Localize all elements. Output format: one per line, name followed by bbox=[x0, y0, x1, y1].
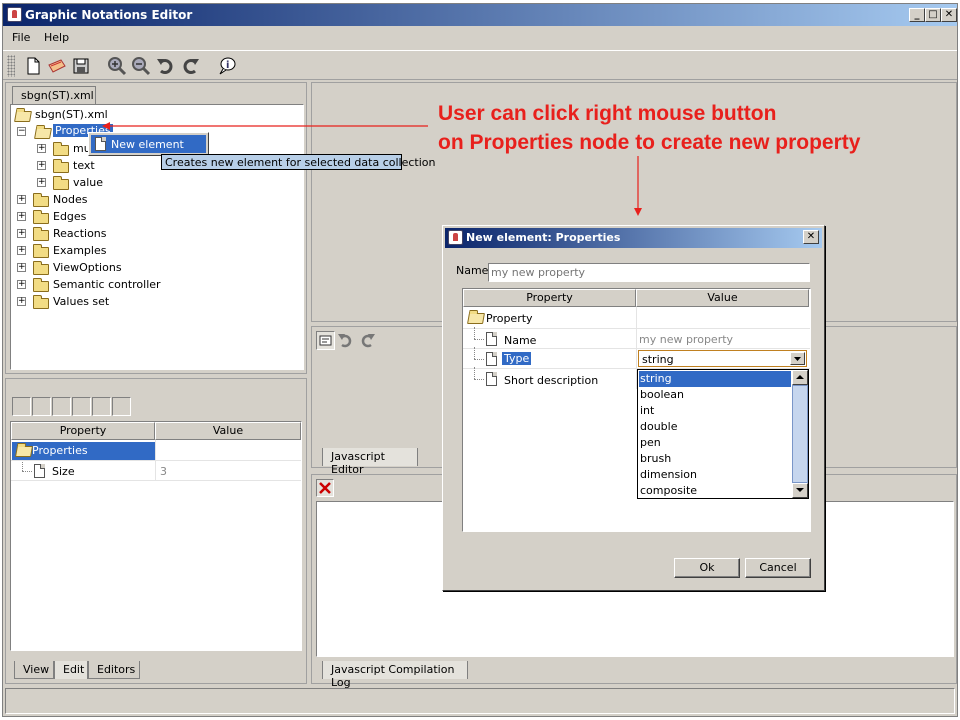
dropdown-scrollbar[interactable] bbox=[792, 370, 808, 498]
document-icon bbox=[486, 372, 497, 386]
dialog-title-bar: New element: Properties ✕ bbox=[445, 228, 822, 248]
name-label: Name bbox=[456, 264, 489, 277]
property-name: Type bbox=[502, 352, 532, 365]
type-option[interactable]: brush bbox=[639, 451, 791, 467]
type-option[interactable]: composite bbox=[639, 483, 791, 499]
app-icon bbox=[448, 230, 463, 245]
type-combobox[interactable]: string bbox=[638, 350, 807, 367]
type-dropdown-list: string boolean int double pen brush dime… bbox=[637, 369, 809, 499]
folder-open-icon bbox=[467, 313, 485, 324]
property-name: Property bbox=[486, 312, 533, 325]
ok-button[interactable]: Ok bbox=[674, 558, 740, 578]
dialog-title: New element: Properties bbox=[466, 231, 621, 244]
tab-javascript-compilation-log[interactable]: Javascript Compilation Log bbox=[322, 661, 468, 689]
name-input[interactable] bbox=[488, 263, 810, 282]
property-name: Short description bbox=[504, 374, 599, 387]
dialog-property-grid: Property Value Property Name my new prop… bbox=[462, 288, 811, 532]
tab-label: sbgn(ST).xml bbox=[21, 89, 94, 102]
scroll-thumb[interactable] bbox=[792, 385, 808, 483]
cancel-button[interactable]: Cancel bbox=[745, 558, 811, 578]
type-option[interactable]: boolean bbox=[639, 387, 791, 403]
type-option[interactable]: int bbox=[639, 403, 791, 419]
tab-sbgn-file[interactable]: sbgn(ST).xml bbox=[12, 86, 96, 104]
document-icon bbox=[486, 332, 497, 346]
type-option[interactable]: pen bbox=[639, 435, 791, 451]
dialog-close-button[interactable]: ✕ bbox=[803, 230, 819, 244]
column-header-value[interactable]: Value bbox=[636, 289, 809, 307]
new-element-dialog: New element: Properties ✕ Name Property … bbox=[442, 225, 825, 591]
chevron-down-icon[interactable] bbox=[790, 352, 805, 365]
property-name: Name bbox=[504, 334, 537, 347]
type-option[interactable]: string bbox=[639, 371, 791, 387]
tab-label: Edit bbox=[63, 663, 85, 676]
document-icon bbox=[486, 352, 497, 366]
type-selected-value: string bbox=[642, 353, 674, 366]
type-option[interactable]: dimension bbox=[639, 467, 791, 483]
tab-edit[interactable]: Edit bbox=[54, 661, 88, 679]
tab-javascript-editor[interactable]: Javascript Editor bbox=[322, 448, 418, 476]
column-header-property[interactable]: Property bbox=[463, 289, 636, 307]
scroll-up-icon[interactable] bbox=[792, 370, 808, 385]
scroll-down-icon[interactable] bbox=[792, 483, 808, 498]
property-value[interactable]: my new property bbox=[639, 333, 733, 346]
type-option[interactable]: double bbox=[639, 419, 791, 435]
